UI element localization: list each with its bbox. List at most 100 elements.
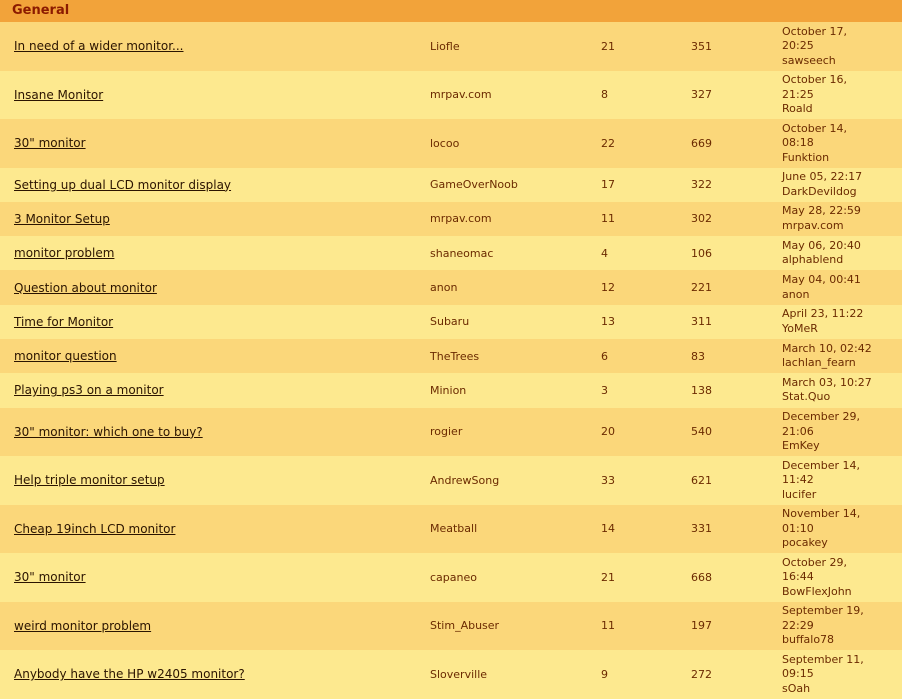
thread-views: 106	[691, 236, 782, 271]
thread-views: 669	[691, 119, 782, 168]
thread-author: shaneomac	[430, 236, 601, 271]
table-row[interactable]: Time for Monitor Subaru 13 311 April 23, 11:…	[0, 304, 902, 339]
thread-replies: 33	[601, 456, 691, 505]
last-post-user[interactable]: pocakey	[782, 536, 902, 551]
thread-title-link[interactable]: 3 Monitor Setup	[14, 212, 110, 226]
thread-title-link[interactable]: 30" monitor	[14, 570, 86, 584]
last-post-user[interactable]: DarkDevildog	[782, 185, 902, 200]
thread-author: anon	[430, 270, 601, 305]
thread-title-link[interactable]: Question about monitor	[14, 281, 157, 295]
last-post-user[interactable]: BowFlexJohn	[782, 585, 902, 600]
last-post-user[interactable]: lucifer	[782, 488, 902, 503]
last-post-user[interactable]: anon	[782, 288, 902, 303]
thread-last-post: October 14, 08:18 Funktion	[782, 119, 902, 168]
thread-last-post: September 11, 09:15 sOah	[782, 650, 902, 699]
thread-author: Meatball	[430, 504, 601, 554]
thread-replies: 11	[601, 201, 691, 237]
table-row[interactable]: 30" monitor locoo 22 669 October 14, 08:18 Fun…	[0, 119, 902, 168]
last-post-date: March 03, 10:27	[782, 375, 872, 389]
last-post-user[interactable]: buffalo78	[782, 633, 902, 648]
thread-title-link[interactable]: 30" monitor	[14, 136, 86, 150]
thread-title-cell: Insane Monitor	[0, 70, 430, 119]
thread-author: rogier	[430, 407, 601, 457]
thread-views: 221	[691, 270, 782, 305]
last-post-date: November 14,	[782, 507, 861, 521]
last-post-user[interactable]: YoMeR	[782, 322, 902, 337]
thread-title-link[interactable]: Cheap 19inch LCD monitor	[14, 522, 175, 536]
thread-last-post: June 05, 22:17 DarkDevildog	[782, 167, 902, 202]
thread-views: 668	[691, 553, 782, 602]
thread-title-cell: Question about monitor	[0, 270, 430, 305]
last-post-user[interactable]: EmKey	[782, 439, 902, 454]
last-post-time: 20:25	[782, 39, 814, 52]
last-post-user[interactable]: Roald	[782, 102, 902, 117]
table-row[interactable]: Cheap 19inch LCD monitor Meatball 14 331 Nov…	[0, 504, 902, 554]
table-row[interactable]: 30" monitor capaneo 21 668 October 29, 16:44 B…	[0, 553, 902, 602]
thread-author: TheTrees	[430, 338, 601, 374]
last-post-date: September 19,	[782, 604, 864, 618]
table-row[interactable]: Playing ps3 on a monitor Minion 3 138 March …	[0, 373, 902, 408]
last-post-date: December 14,	[782, 458, 861, 472]
table-row[interactable]: In need of a wider monitor... Liofle 21 351…	[0, 22, 902, 71]
thread-title-cell: 3 Monitor Setup	[0, 201, 430, 237]
thread-title-link[interactable]: weird monitor problem	[14, 619, 151, 633]
thread-views: 327	[691, 70, 782, 119]
table-row[interactable]: weird monitor problem Stim_Abuser 11 197 Sep…	[0, 601, 902, 651]
thread-views: 540	[691, 407, 782, 457]
section-title: General	[12, 3, 70, 18]
thread-author: Liofle	[430, 22, 601, 71]
table-row[interactable]: Question about monitor anon 12 221 May 04, 0…	[0, 270, 902, 305]
thread-title-link[interactable]: 30" monitor: which one to buy?	[14, 425, 203, 439]
thread-author: GameOverNoob	[430, 167, 601, 202]
last-post-user[interactable]: alphablend	[782, 253, 902, 268]
thread-last-post: May 04, 00:41 anon	[782, 270, 902, 305]
table-row[interactable]: monitor problem shaneomac 4 106 May 06, 20:4…	[0, 236, 902, 271]
table-row[interactable]: Anybody have the HP w2405 monitor? Slover…	[0, 650, 902, 699]
thread-title-link[interactable]: In need of a wider monitor...	[14, 39, 184, 53]
thread-author: mrpav.com	[430, 70, 601, 119]
thread-replies: 12	[601, 270, 691, 305]
thread-title-cell: In need of a wider monitor...	[0, 22, 430, 71]
thread-title-cell: Time for Monitor	[0, 304, 430, 339]
table-row[interactable]: monitor question TheTrees 6 83 March 10, 02:…	[0, 338, 902, 374]
last-post-date: May 04, 00:41	[782, 273, 861, 287]
last-post-time: 16:44	[782, 570, 814, 584]
thread-last-post: November 14, 01:10 pocakey	[782, 504, 902, 554]
thread-title-link[interactable]: monitor problem	[14, 246, 114, 260]
last-post-user[interactable]: Stat.Quo	[782, 390, 902, 405]
thread-last-post: December 14, 11:42 lucifer	[782, 456, 902, 505]
thread-title-cell: monitor problem	[0, 236, 430, 271]
last-post-user[interactable]: sawseech	[782, 54, 902, 69]
thread-replies: 20	[601, 407, 691, 457]
thread-replies: 13	[601, 304, 691, 339]
table-row[interactable]: Setting up dual LCD monitor display GameO…	[0, 167, 902, 202]
last-post-date: September 11,	[782, 652, 864, 666]
table-row[interactable]: Insane Monitor mrpav.com 8 327 October 16, 21…	[0, 70, 902, 119]
thread-title-link[interactable]: Insane Monitor	[14, 88, 103, 102]
last-post-user[interactable]: mrpav.com	[782, 219, 902, 234]
table-row[interactable]: 30" monitor: which one to buy? rogier 20 54…	[0, 407, 902, 457]
last-post-user[interactable]: Funktion	[782, 151, 902, 166]
last-post-date: December 29,	[782, 410, 861, 424]
thread-replies: 4	[601, 236, 691, 271]
thread-title-link[interactable]: Time for Monitor	[14, 315, 113, 329]
thread-title-link[interactable]: Anybody have the HP w2405 monitor?	[14, 667, 245, 681]
table-row[interactable]: 3 Monitor Setup mrpav.com 11 302 May 28, 22:…	[0, 201, 902, 237]
thread-views: 83	[691, 338, 782, 374]
section-header: General	[0, 0, 902, 22]
thread-title-link[interactable]: Help triple monitor setup	[14, 473, 165, 487]
thread-title-link[interactable]: monitor question	[14, 349, 117, 363]
thread-title-cell: 30" monitor	[0, 119, 430, 168]
last-post-time: 01:10	[782, 521, 814, 535]
thread-views: 311	[691, 304, 782, 339]
last-post-user[interactable]: lachlan_fearn	[782, 356, 902, 371]
thread-last-post: December 29, 21:06 EmKey	[782, 407, 902, 457]
thread-title-link[interactable]: Setting up dual LCD monitor display	[14, 178, 231, 192]
last-post-date: April 23, 11:22	[782, 307, 864, 321]
thread-title-link[interactable]: Playing ps3 on a monitor	[14, 383, 164, 397]
thread-views: 302	[691, 201, 782, 237]
last-post-time: 21:25	[782, 87, 814, 101]
last-post-user[interactable]: sOah	[782, 682, 902, 697]
table-row[interactable]: Help triple monitor setup AndrewSong 33 621…	[0, 456, 902, 505]
thread-views: 621	[691, 456, 782, 505]
